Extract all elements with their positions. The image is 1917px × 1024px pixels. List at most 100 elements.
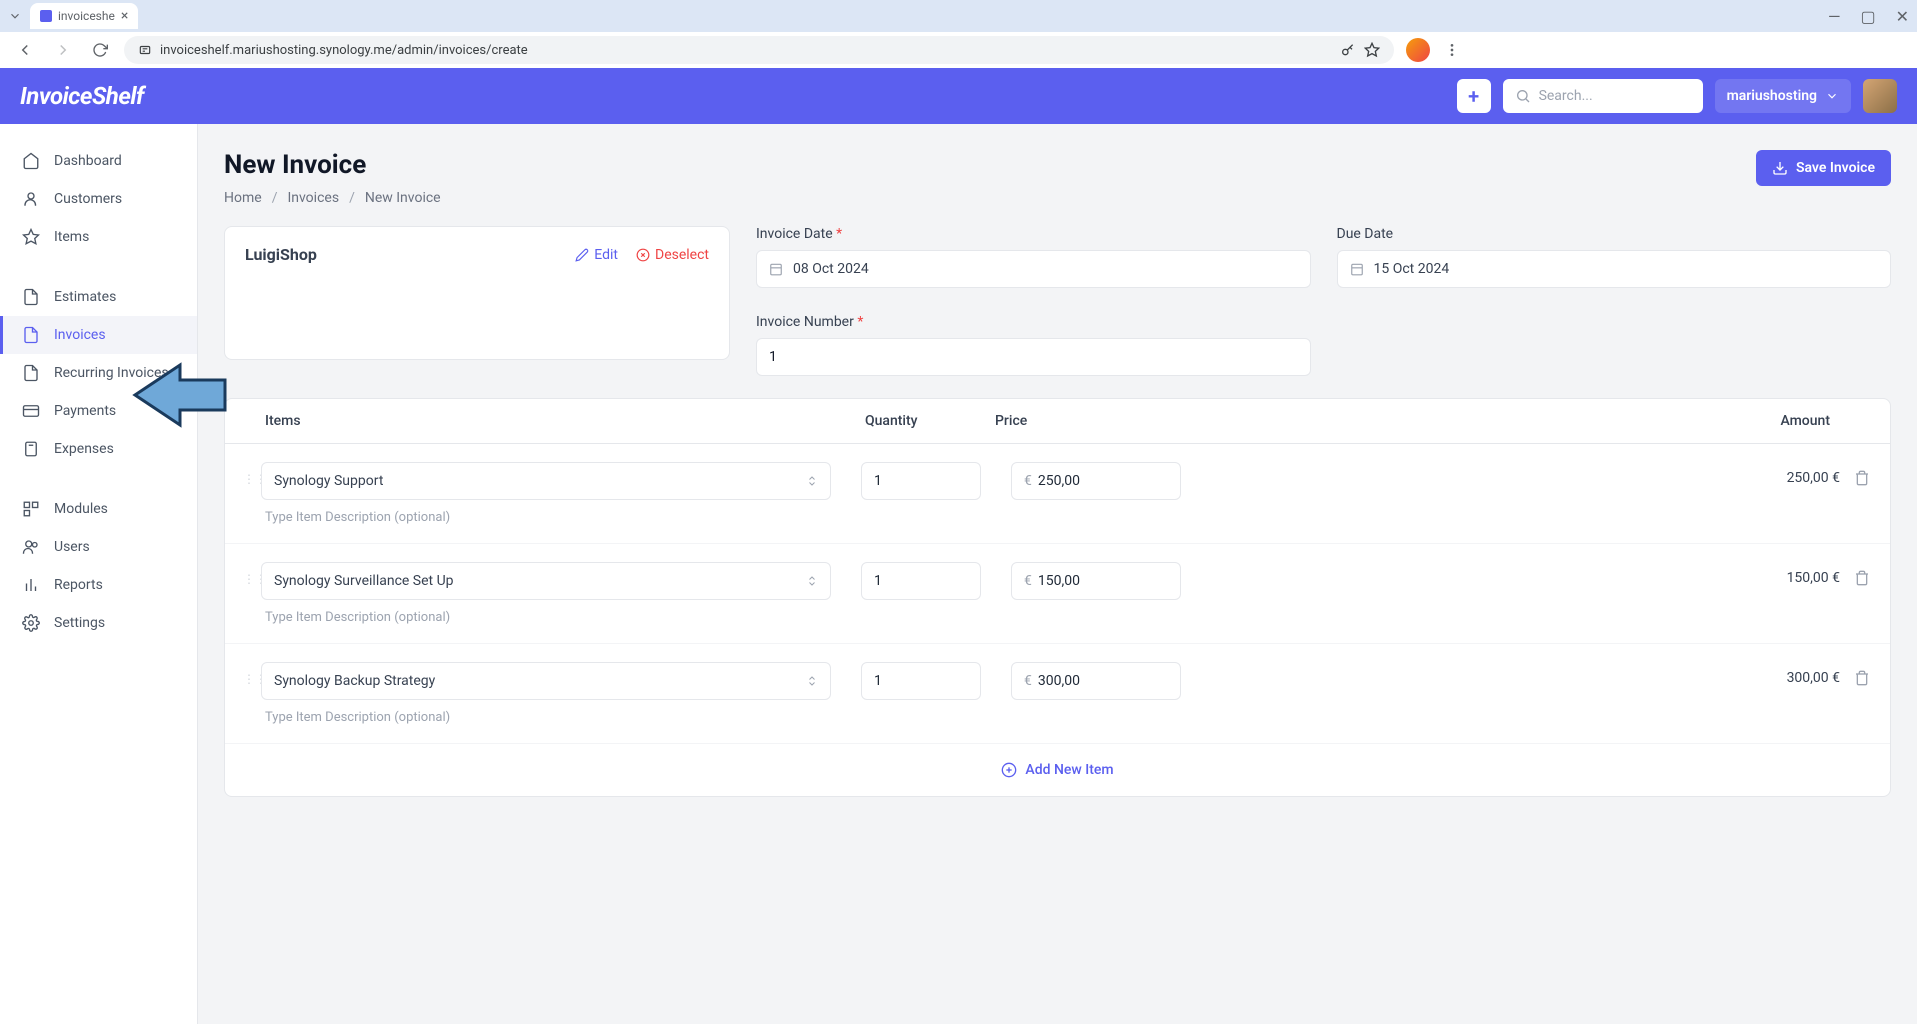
x-circle-icon [636, 248, 650, 262]
chevron-updown-icon [806, 675, 818, 687]
price-input[interactable]: € 300,00 [1011, 662, 1181, 700]
item-name-select[interactable]: Synology Support [261, 462, 831, 500]
back-icon[interactable] [12, 37, 38, 63]
quantity-input[interactable]: 1 [861, 562, 981, 600]
app-header: InvoiceShelf + Search... mariushosting [0, 68, 1917, 124]
customer-card: LuigiShop Edit Deselect [224, 226, 730, 360]
breadcrumb-item[interactable]: Home [224, 190, 262, 206]
breadcrumb-item: New Invoice [365, 190, 441, 206]
calculator-icon [22, 440, 40, 458]
search-input[interactable]: Search... [1503, 79, 1703, 113]
profile-icon[interactable] [1406, 38, 1430, 62]
item-description-input[interactable]: Type Item Description (optional) [261, 500, 831, 539]
breadcrumb-item[interactable]: Invoices [287, 190, 339, 206]
amount-value: 300,00 € [1787, 670, 1840, 686]
drag-handle-icon[interactable]: ⋮⋮ [243, 562, 261, 586]
reload-icon[interactable] [88, 38, 112, 62]
quantity-input[interactable]: 1 [861, 462, 981, 500]
calendar-icon [1350, 262, 1364, 276]
add-item-button[interactable]: Add New Item [225, 744, 1890, 796]
chevron-down-icon[interactable] [8, 9, 22, 23]
sidebar-item-users[interactable]: Users [0, 528, 197, 566]
close-window-icon[interactable]: ✕ [1896, 7, 1909, 26]
chart-icon [22, 576, 40, 594]
sidebar-item-label: Estimates [54, 289, 116, 305]
save-invoice-button[interactable]: Save Invoice [1756, 150, 1891, 186]
sidebar-item-settings[interactable]: Settings [0, 604, 197, 642]
logo: InvoiceShelf [20, 82, 144, 110]
star-icon[interactable] [1364, 42, 1380, 58]
sidebar-item-dashboard[interactable]: Dashboard [0, 142, 197, 180]
sidebar-item-label: Customers [54, 191, 122, 207]
sidebar-item-items[interactable]: Items [0, 218, 197, 256]
browser-tab[interactable]: invoiceshe × [30, 3, 138, 29]
item-name-select[interactable]: Synology Surveillance Set Up [261, 562, 831, 600]
sidebar-item-invoices[interactable]: Invoices [0, 316, 197, 354]
price-input[interactable]: € 250,00 [1011, 462, 1181, 500]
minimize-icon[interactable]: — [1828, 7, 1841, 26]
sidebar-item-label: Settings [54, 615, 105, 631]
sidebar-item-label: Invoices [54, 327, 106, 343]
breadcrumb: Home / Invoices / New Invoice [224, 190, 441, 206]
delete-row-button[interactable] [1854, 670, 1870, 686]
price-input[interactable]: € 150,00 [1011, 562, 1181, 600]
document-icon [22, 326, 40, 344]
quantity-input[interactable]: 1 [861, 662, 981, 700]
delete-row-button[interactable] [1854, 570, 1870, 586]
users-icon [22, 538, 40, 556]
amount-value: 250,00 € [1787, 470, 1840, 486]
invoice-date-label: Invoice Date * [756, 226, 1311, 242]
sidebar-item-recurring[interactable]: Recurring Invoices [0, 354, 197, 392]
column-amount: Amount [1195, 413, 1870, 429]
avatar[interactable] [1863, 79, 1897, 113]
sidebar-item-expenses[interactable]: Expenses [0, 430, 197, 468]
item-description-input[interactable]: Type Item Description (optional) [261, 600, 831, 639]
main-content: New Invoice Home / Invoices / New Invoic… [198, 124, 1917, 1024]
add-button[interactable]: + [1457, 79, 1491, 113]
sidebar-item-reports[interactable]: Reports [0, 566, 197, 604]
close-icon[interactable]: × [121, 8, 128, 24]
sidebar-item-payments[interactable]: Payments [0, 392, 197, 430]
site-info-icon [138, 43, 152, 57]
document-icon [22, 288, 40, 306]
item-description-input[interactable]: Type Item Description (optional) [261, 700, 831, 739]
chevron-updown-icon [806, 475, 818, 487]
menu-icon[interactable] [1444, 42, 1460, 58]
user-menu[interactable]: mariushosting [1715, 79, 1851, 113]
sidebar-item-estimates[interactable]: Estimates [0, 278, 197, 316]
card-icon [22, 402, 40, 420]
key-icon[interactable] [1340, 42, 1356, 58]
forward-icon[interactable] [50, 37, 76, 63]
invoice-date-input[interactable]: 08 Oct 2024 [756, 250, 1311, 288]
column-quantity: Quantity [865, 413, 995, 429]
save-label: Save Invoice [1796, 160, 1875, 176]
item-row: ⋮⋮ Synology Backup Strategy Type Item De… [225, 644, 1890, 744]
delete-row-button[interactable] [1854, 470, 1870, 486]
sidebar-item-label: Dashboard [54, 153, 122, 169]
item-name-select[interactable]: Synology Backup Strategy [261, 662, 831, 700]
items-table: Items Quantity Price Amount ⋮⋮ Synology … [224, 398, 1891, 797]
drag-handle-icon[interactable]: ⋮⋮ [243, 662, 261, 686]
drag-handle-icon[interactable]: ⋮⋮ [243, 462, 261, 486]
due-date-input[interactable]: 15 Oct 2024 [1337, 250, 1892, 288]
invoice-number-label: Invoice Number * [756, 314, 1311, 330]
column-price: Price [995, 413, 1195, 429]
puzzle-icon [22, 500, 40, 518]
item-row: ⋮⋮ Synology Support Type Item Descriptio… [225, 444, 1890, 544]
calendar-icon [769, 262, 783, 276]
sidebar-item-label: Modules [54, 501, 108, 517]
invoice-number-input[interactable] [756, 338, 1311, 376]
maximize-icon[interactable]: ▢ [1860, 7, 1875, 26]
amount-value: 150,00 € [1787, 570, 1840, 586]
plus-circle-icon [1001, 762, 1017, 778]
sidebar-item-modules[interactable]: Modules [0, 490, 197, 528]
page-title: New Invoice [224, 150, 441, 180]
item-row: ⋮⋮ Synology Surveillance Set Up Type Ite… [225, 544, 1890, 644]
url-input[interactable]: invoiceshelf.mariushosting.synology.me/a… [124, 36, 1394, 64]
favicon-icon [40, 10, 52, 22]
edit-customer-button[interactable]: Edit [575, 247, 618, 263]
deselect-customer-button[interactable]: Deselect [636, 247, 709, 263]
sidebar-item-customers[interactable]: Customers [0, 180, 197, 218]
browser-url-bar: invoiceshelf.mariushosting.synology.me/a… [0, 32, 1917, 68]
sidebar-item-label: Reports [54, 577, 103, 593]
